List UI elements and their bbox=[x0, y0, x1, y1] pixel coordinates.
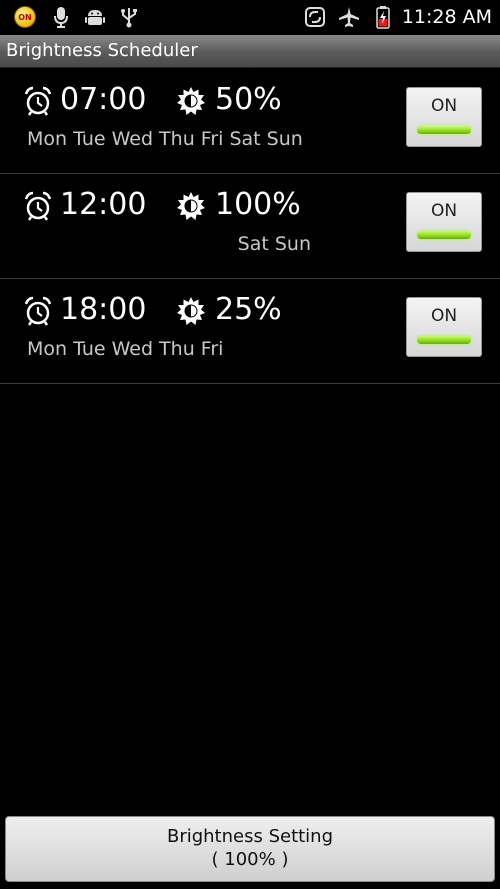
android-icon bbox=[82, 4, 108, 30]
schedule-time: 18:00 bbox=[60, 292, 147, 327]
schedule-row[interactable]: 18:00 25% Mon Tue Wed Thu Fri ON bbox=[0, 279, 500, 384]
schedule-brightness: 100% bbox=[215, 187, 301, 222]
alarm-clock-icon bbox=[24, 86, 52, 116]
schedule-brightness: 25% bbox=[215, 292, 282, 327]
schedule-row[interactable]: 07:00 50% Mon Tue Wed Thu Fri Sat Sun ON bbox=[0, 69, 500, 174]
status-bar: ON 11:28 AM bbox=[0, 0, 500, 35]
microphone-icon bbox=[48, 4, 74, 30]
toggle-on-indicator bbox=[417, 231, 471, 239]
brightness-icon bbox=[177, 87, 205, 115]
sync-icon bbox=[302, 4, 328, 30]
toggle-label: ON bbox=[430, 201, 458, 221]
alarm-clock-icon bbox=[24, 191, 52, 221]
schedule-days: Mon Tue Wed Thu Fri bbox=[27, 338, 224, 360]
status-time: 11:28 AM bbox=[401, 6, 492, 28]
title-bar: Brightness Scheduler bbox=[0, 35, 500, 68]
alarm-clock-icon bbox=[24, 296, 52, 326]
brightness-icon bbox=[177, 297, 205, 325]
battery-charging-icon bbox=[370, 4, 396, 30]
schedule-days: Mon Tue Wed Thu Fri Sat Sun bbox=[27, 128, 303, 150]
schedule-toggle-button[interactable]: ON bbox=[406, 297, 482, 357]
schedule-toggle-button[interactable]: ON bbox=[406, 87, 482, 147]
brightness-setting-label: Brightness Setting bbox=[166, 826, 334, 847]
brightness-setting-value: ( 100% ) bbox=[211, 849, 289, 870]
schedule-list: 07:00 50% Mon Tue Wed Thu Fri Sat Sun ON… bbox=[0, 69, 500, 384]
brightness-setting-button[interactable]: Brightness Setting ( 100% ) bbox=[5, 816, 495, 882]
schedule-brightness: 50% bbox=[215, 82, 282, 117]
brightness-icon bbox=[177, 192, 205, 220]
toggle-on-indicator bbox=[417, 126, 471, 134]
airplane-icon bbox=[336, 4, 362, 30]
schedule-time: 07:00 bbox=[60, 82, 147, 117]
schedule-row[interactable]: 12:00 100% Sat Sun ON bbox=[0, 174, 500, 279]
schedule-time: 12:00 bbox=[60, 187, 147, 222]
app-title: Brightness Scheduler bbox=[6, 40, 198, 61]
toggle-label: ON bbox=[430, 306, 458, 326]
toggle-on-indicator bbox=[417, 336, 471, 344]
schedule-days: Sat Sun bbox=[237, 233, 311, 255]
on-notification-icon: ON bbox=[12, 4, 38, 30]
usb-icon bbox=[116, 4, 142, 30]
schedule-toggle-button[interactable]: ON bbox=[406, 192, 482, 252]
toggle-label: ON bbox=[430, 96, 458, 116]
notification-badge: ON bbox=[14, 6, 36, 28]
